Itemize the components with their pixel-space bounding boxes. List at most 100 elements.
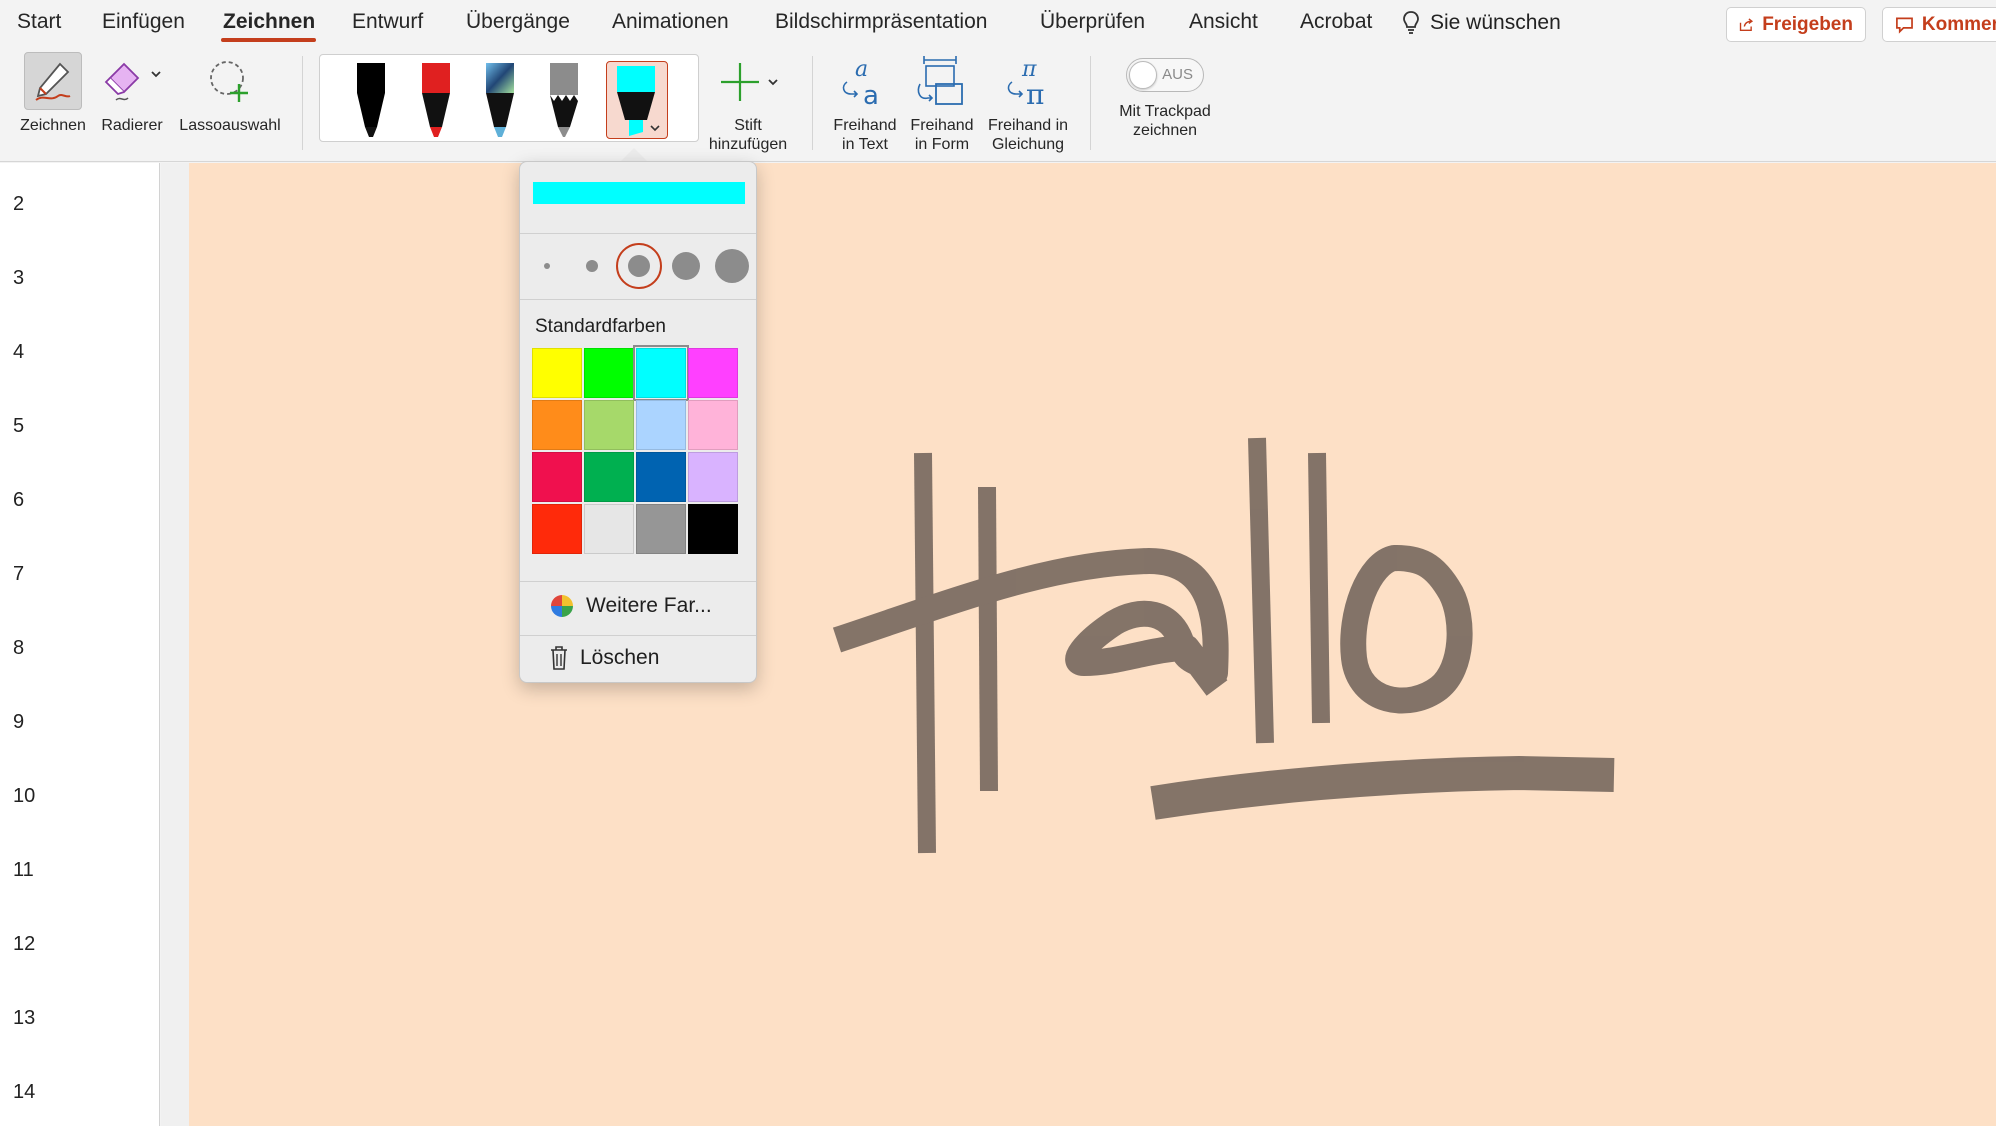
ink-stroke xyxy=(1150,756,1615,820)
comments-label: Kommer xyxy=(1921,13,1996,35)
thickness-option-4[interactable] xyxy=(672,252,700,280)
slide-number: 6 xyxy=(13,489,25,511)
slide-number: 10 xyxy=(13,785,36,807)
tab-zeichnen[interactable]: Zeichnen xyxy=(223,10,315,34)
pen-black[interactable] xyxy=(349,61,393,139)
ink-to-math-label-1: Freihand in xyxy=(987,117,1069,134)
ink-stroke xyxy=(978,486,998,792)
slide-thumbnail-pane[interactable]: 2 3 4 5 6 7 8 9 10 11 12 13 14 xyxy=(0,163,160,1126)
color-swatch[interactable] xyxy=(584,452,634,502)
slide-number: 14 xyxy=(13,1081,36,1103)
tab-ansicht[interactable]: Ansicht xyxy=(1189,10,1258,34)
pen-gray-pencil[interactable] xyxy=(542,61,586,139)
share-button[interactable]: Freigeben xyxy=(1726,7,1866,42)
color-swatch[interactable] xyxy=(688,400,738,450)
thickness-option-3[interactable] xyxy=(628,255,650,277)
tab-entwurf[interactable]: Entwurf xyxy=(352,10,423,34)
trackpad-toggle[interactable]: AUS xyxy=(1126,58,1204,92)
add-pen-button[interactable]: Stift hinzufügen xyxy=(702,54,794,154)
eraser-button[interactable]: Radierer xyxy=(96,52,168,135)
tab-acrobat[interactable]: Acrobat xyxy=(1300,10,1372,34)
eraser-frame xyxy=(97,52,167,110)
red-pen-icon xyxy=(422,63,450,137)
tab-animationen[interactable]: Animationen xyxy=(612,10,729,34)
add-pen-label-2: hinzufügen xyxy=(708,136,788,153)
color-swatch[interactable] xyxy=(532,452,582,502)
galaxy-pen-icon xyxy=(486,63,514,137)
slide-number: 8 xyxy=(13,637,25,659)
trackpad-draw-toggle-group: AUS Mit Trackpad zeichnen xyxy=(1106,58,1224,140)
color-swatch[interactable] xyxy=(532,504,582,554)
draw-tool-button[interactable]: Zeichnen xyxy=(10,52,96,135)
plus-icon xyxy=(721,63,759,101)
color-swatch[interactable] xyxy=(584,400,634,450)
standard-colors-heading: Standardfarben xyxy=(535,316,666,337)
svg-text:a: a xyxy=(863,81,879,110)
ribbon-separator xyxy=(812,56,813,150)
ink-stroke xyxy=(1308,452,1330,724)
slide-editor-canvas[interactable] xyxy=(161,163,1996,1126)
lasso-select-button[interactable]: Lassoauswahl xyxy=(174,52,286,135)
ink-to-math-label-2: Gleichung xyxy=(991,136,1065,153)
slide-number: 7 xyxy=(13,563,25,585)
tab-einfuegen[interactable]: Einfügen xyxy=(102,10,185,34)
thickness-option-1[interactable] xyxy=(544,263,550,269)
ink-to-math-button[interactable]: π π Freihand in Gleichung xyxy=(982,54,1074,154)
color-swatch[interactable] xyxy=(636,400,686,450)
slide[interactable] xyxy=(189,163,1996,1126)
ink-to-shape-button[interactable]: Freihand in Form xyxy=(904,54,980,154)
draw-ribbon: Zeichnen Radierer Lassoauswahl Stift hin… xyxy=(0,46,1996,162)
menu-tab-bar: Start Einfügen Zeichnen Entwurf Übergäng… xyxy=(0,0,1996,46)
more-colors-label: Weitere Far... xyxy=(586,594,712,617)
color-swatch[interactable] xyxy=(688,452,738,502)
pen-cyan-highlighter[interactable] xyxy=(606,61,668,139)
pen-red[interactable] xyxy=(414,61,458,139)
color-swatch[interactable] xyxy=(688,348,738,398)
slide-number: 9 xyxy=(13,711,25,733)
delete-button[interactable]: Löschen xyxy=(550,646,659,670)
thickness-section xyxy=(520,233,756,299)
cyan-highlighter-icon xyxy=(617,66,660,136)
chevron-down-icon[interactable] xyxy=(150,69,162,79)
tab-bildschirmpraesentation[interactable]: Bildschirmpräsentation xyxy=(775,10,987,34)
lasso-icon xyxy=(210,61,248,102)
ink-stroke xyxy=(914,452,936,854)
eraser-icon xyxy=(104,62,140,101)
color-swatch[interactable] xyxy=(633,345,689,401)
svg-text:a: a xyxy=(855,57,868,82)
pen-gallery xyxy=(319,54,699,142)
thickness-option-5[interactable] xyxy=(715,249,749,283)
tab-uebergaenge[interactable]: Übergänge xyxy=(466,10,570,34)
color-swatch[interactable] xyxy=(688,504,738,554)
trackpad-label-1: Mit Trackpad xyxy=(1119,103,1211,120)
lasso-frame xyxy=(201,52,259,110)
color-swatch[interactable] xyxy=(584,348,634,398)
color-swatch[interactable] xyxy=(532,348,582,398)
slide-number: 3 xyxy=(13,267,25,289)
ink-to-text-label-1: Freihand xyxy=(833,117,897,134)
color-swatch[interactable] xyxy=(636,452,686,502)
thickness-option-2[interactable] xyxy=(586,260,598,272)
ink-to-text-button[interactable]: a a Freihand in Text xyxy=(826,54,904,154)
ink-stroke xyxy=(1248,437,1274,744)
tell-me-search[interactable]: Sie wünschen xyxy=(1402,10,1561,36)
comments-button[interactable]: Kommer xyxy=(1882,7,1996,42)
color-swatch[interactable] xyxy=(584,504,634,554)
eraser-label: Radierer xyxy=(101,117,163,134)
ink-to-text-icon: a a xyxy=(842,57,879,110)
chevron-down-icon[interactable] xyxy=(767,77,779,87)
share-icon xyxy=(1739,17,1754,31)
ribbon-separator xyxy=(302,56,303,150)
more-colors-button[interactable]: Weitere Far... xyxy=(550,594,712,618)
tab-ueberpruefen[interactable]: Überprüfen xyxy=(1040,10,1145,34)
pen-galaxy[interactable] xyxy=(478,61,522,139)
toggle-state-label: AUS xyxy=(1162,66,1193,83)
tab-start[interactable]: Start xyxy=(17,10,61,34)
color-wheel-icon xyxy=(551,595,573,617)
ink-drawing[interactable] xyxy=(189,163,1996,1126)
ink-stroke xyxy=(832,548,1229,696)
toggle-knob xyxy=(1129,61,1157,89)
color-swatch[interactable] xyxy=(532,400,582,450)
color-swatch[interactable] xyxy=(636,504,686,554)
trackpad-label-2: zeichnen xyxy=(1132,122,1198,139)
